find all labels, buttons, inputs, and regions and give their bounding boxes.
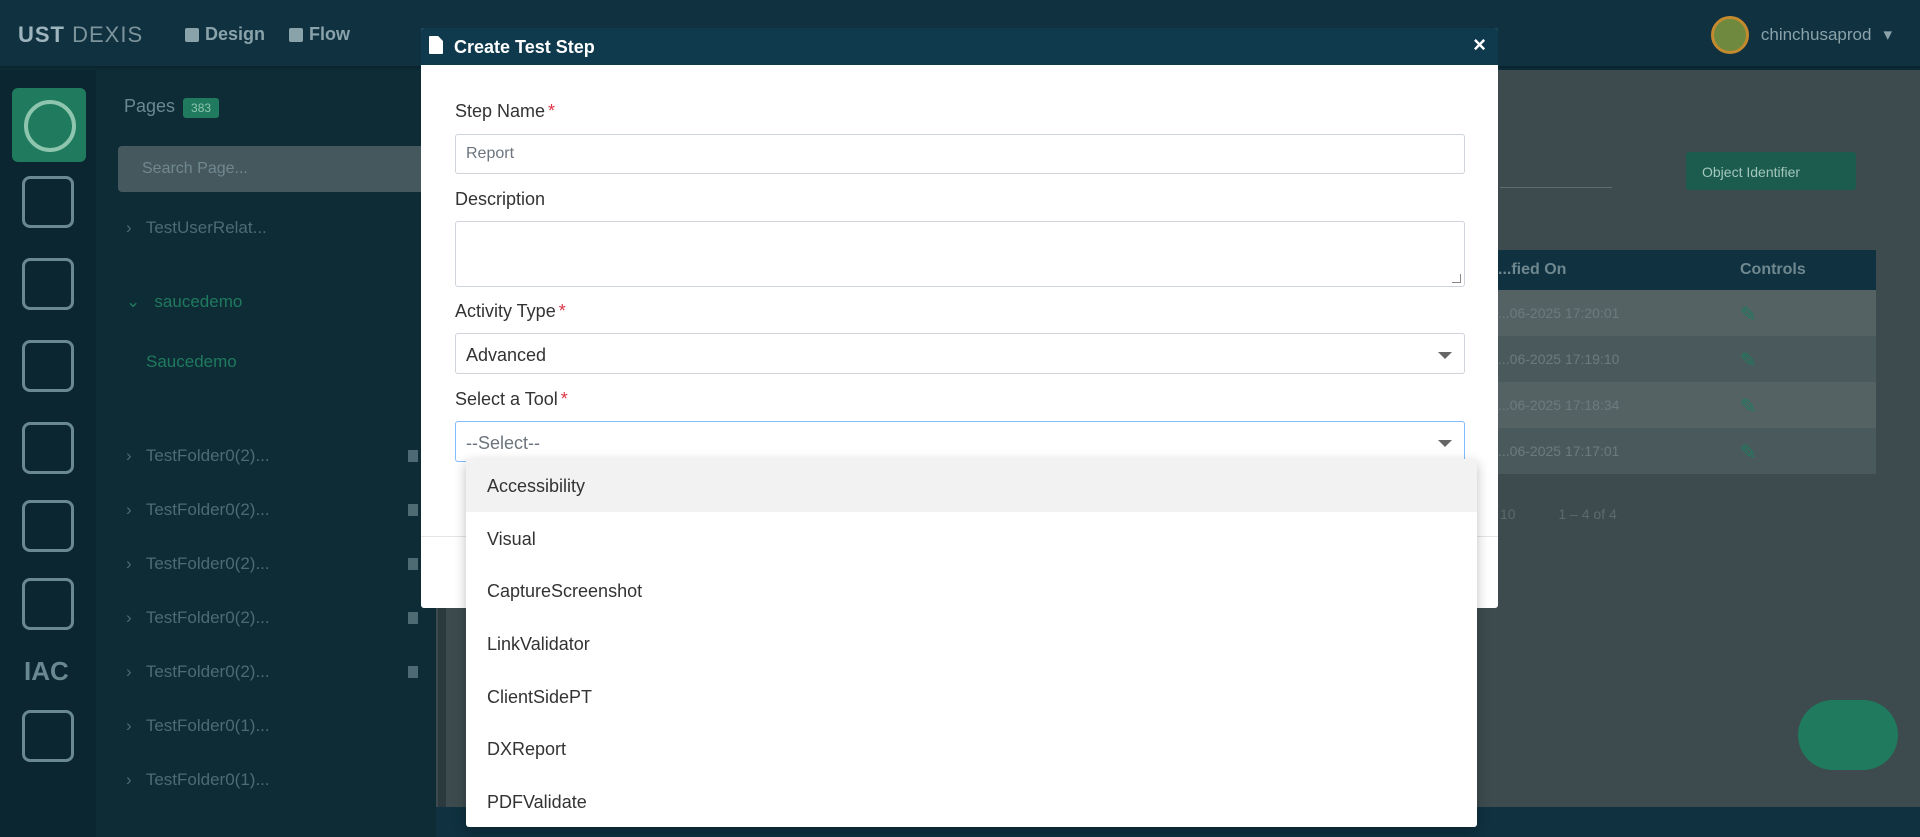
item-marker: [408, 504, 418, 516]
table-header: ...fied On Controls: [1490, 250, 1876, 290]
paginator: 10 1 – 4 of 4: [1500, 506, 1617, 522]
page-item[interactable]: › TestFolder0(2)...: [126, 446, 270, 466]
divider: [1500, 187, 1612, 188]
tool-option-linkvalidator[interactable]: LinkValidator: [466, 617, 1477, 670]
resize-handle-icon[interactable]: [1452, 274, 1461, 283]
edit-pencil-icon[interactable]: ✎: [1740, 302, 1757, 327]
web-globe-icon[interactable]: [12, 88, 86, 162]
tool-option-clientsidept[interactable]: ClientSidePT: [466, 670, 1477, 723]
left-icon-rail: IAC: [0, 70, 96, 837]
search-page-input[interactable]: Search Page...: [118, 146, 438, 192]
page-item[interactable]: › TestFolder0(2)...: [126, 608, 270, 628]
object-identifier-button[interactable]: Object Identifier: [1686, 152, 1856, 190]
tool-option-pdfvalidate[interactable]: PDFValidate: [466, 775, 1477, 828]
tool-option-accessibility[interactable]: Accessibility: [466, 459, 1477, 512]
avatar: [1710, 16, 1749, 54]
tool-option-visual[interactable]: Visual: [466, 512, 1477, 565]
edit-pencil-icon[interactable]: ✎: [1740, 394, 1757, 419]
chevron-down-icon: [1438, 440, 1452, 447]
tool-option-dxreport[interactable]: DXReport: [466, 722, 1477, 775]
user-menu[interactable]: chinchusaprod ▾: [1710, 16, 1892, 54]
description-label: Description: [455, 189, 546, 209]
modal-title: Create Test Step: [454, 37, 595, 57]
page-item[interactable]: ⌄ saucedemo: [126, 292, 242, 312]
select-tool-select[interactable]: --Select--: [455, 421, 1465, 462]
iac-label[interactable]: IAC: [24, 656, 69, 687]
column-controls: Controls: [1740, 261, 1806, 278]
nav-design[interactable]: Design: [185, 24, 265, 45]
pages-panel: Pages 383 Search Page... › TestUserRelat.…: [96, 70, 438, 837]
tool-dropdown-list: Accessibility Visual CaptureScreenshot L…: [466, 459, 1477, 827]
step-name-input[interactable]: Report: [455, 134, 1465, 174]
scrollbar[interactable]: [438, 600, 446, 810]
pages-count-badge: 383: [183, 98, 220, 118]
item-marker: [408, 612, 418, 624]
mobile-icon[interactable]: [22, 176, 74, 228]
page-item[interactable]: › TestFolder0(1)...: [126, 770, 270, 790]
page-item[interactable]: › TestFolder0(2)...: [126, 500, 270, 520]
close-icon[interactable]: ×: [1473, 32, 1486, 58]
chevron-down-icon: ▾: [1883, 25, 1892, 44]
chatbot-robot-icon[interactable]: [1798, 700, 1898, 770]
table-row: ...06-2025 17:20:01 ✎: [1490, 290, 1876, 336]
column-modified-on: ...fied On: [1498, 261, 1567, 278]
monitor-icon[interactable]: [22, 710, 74, 762]
pages-header: Pages 383: [124, 96, 220, 118]
terminal-icon[interactable]: [22, 422, 74, 474]
username: chinchusaprod: [1760, 25, 1872, 44]
item-marker: [408, 558, 418, 570]
edit-pencil-icon[interactable]: ✎: [1740, 348, 1757, 373]
activity-type-select[interactable]: Advanced: [455, 333, 1465, 374]
description-textarea[interactable]: [455, 221, 1465, 287]
edit-pencil-icon[interactable]: ✎: [1740, 440, 1757, 465]
database-icon[interactable]: [22, 258, 74, 310]
select-tool-label: Select a Tool *: [455, 389, 568, 409]
design-icon: [185, 27, 199, 42]
file-search-icon[interactable]: [22, 340, 74, 392]
item-marker: [408, 666, 418, 678]
page-range: 1 – 4 of 4: [1558, 506, 1617, 522]
activity-type-label: Activity Type *: [455, 301, 566, 321]
page-item[interactable]: › TestFolder0(2)...: [126, 554, 270, 574]
table-row: ...06-2025 17:19:10 ✎: [1490, 336, 1876, 382]
flow-icon: [289, 27, 304, 42]
tablet-icon[interactable]: [22, 500, 74, 552]
document-icon: [429, 36, 443, 54]
page-item[interactable]: › TestFolder0(1)...: [126, 716, 270, 736]
chevron-down-icon: [1438, 352, 1452, 359]
page-item[interactable]: › TestUserRelat...: [126, 218, 267, 238]
tool-option-capturescreenshot[interactable]: CaptureScreenshot: [466, 564, 1477, 617]
page-size-select[interactable]: 10: [1500, 506, 1516, 522]
tag-icon[interactable]: [22, 578, 74, 630]
step-name-label: Step Name *: [455, 101, 556, 121]
item-marker: [408, 450, 418, 462]
page-item[interactable]: Saucedemo: [146, 352, 237, 372]
top-nav: Design Flow: [185, 24, 350, 45]
table-row: ...06-2025 17:17:01 ✎: [1490, 428, 1876, 474]
page-item[interactable]: › TestFolder0(2)...: [126, 662, 270, 682]
modal-header: Create Test Step ×: [421, 28, 1498, 65]
nav-flow[interactable]: Flow: [289, 24, 350, 45]
table-row: ...06-2025 17:18:34 ✎: [1490, 382, 1876, 428]
app-logo: UST DEXIS: [18, 22, 144, 47]
